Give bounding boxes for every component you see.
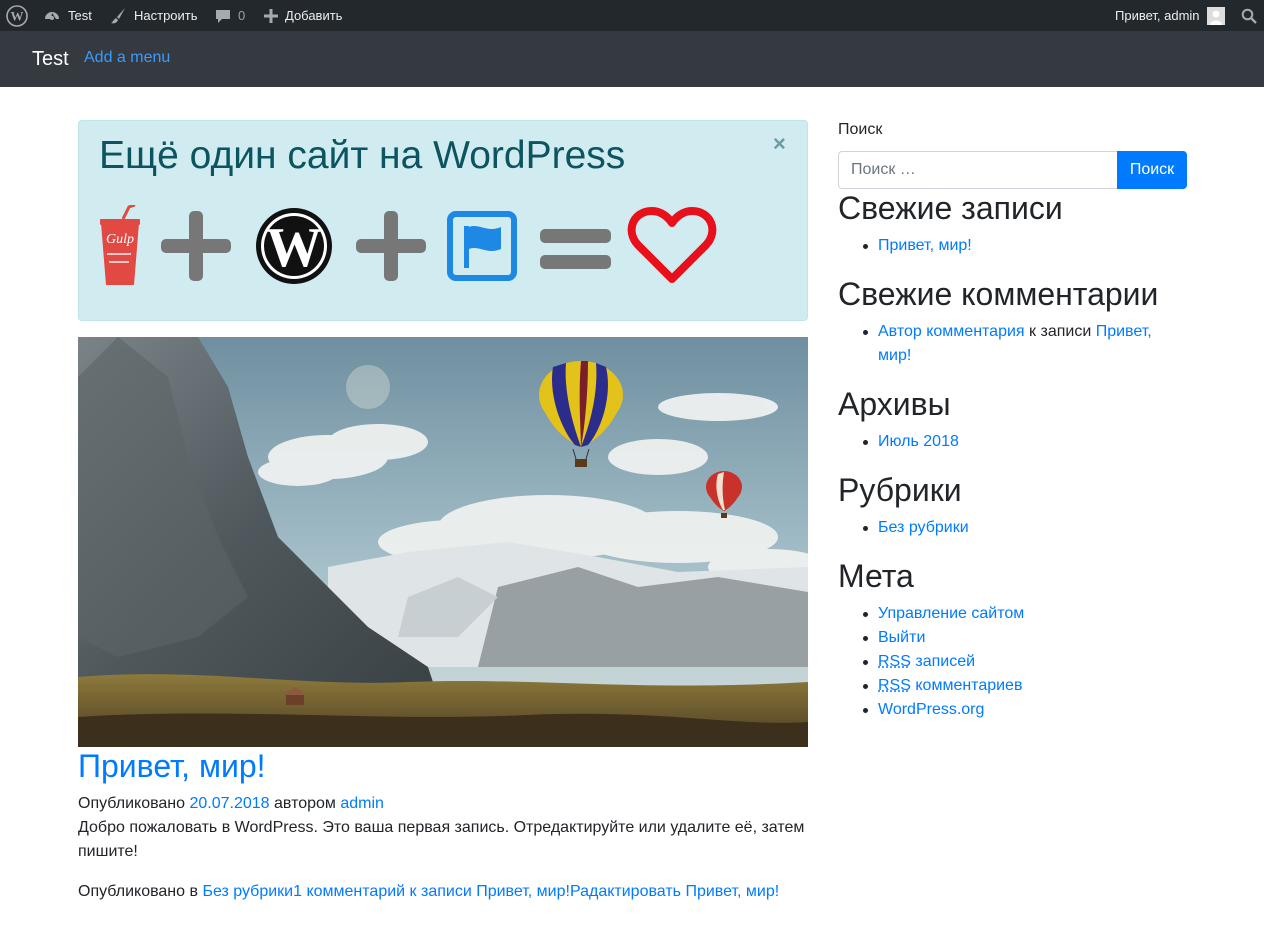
wp-logo-menu[interactable]: W [6, 0, 28, 31]
rss-abbr: RSS [878, 653, 911, 670]
categories-list: Без рубрики [838, 516, 1187, 540]
category-link[interactable]: Без рубрики [878, 519, 969, 536]
dashboard-icon [45, 11, 59, 20]
comment-author-link[interactable]: Автор комментария [878, 323, 1025, 340]
site-admin-link[interactable]: Управление сайтом [878, 605, 1024, 622]
rss-abbr: RSS [878, 677, 911, 694]
avatar [1206, 6, 1225, 25]
archives-list: Июль 2018 [838, 430, 1187, 454]
list-item: WordPress.org [838, 698, 1187, 722]
admin-search-button[interactable] [1241, 0, 1257, 31]
post-footer: Опубликовано в Без рубрики1 комментарий … [78, 880, 779, 904]
recent-post-link[interactable]: Привет, мир! [878, 237, 972, 254]
rss-comments-label: комментариев [915, 677, 1023, 694]
my-account-menu[interactable]: Привет, admin [1115, 0, 1225, 31]
svg-text:W: W [266, 217, 322, 279]
logout-link[interactable]: Выйти [878, 629, 925, 646]
list-item: RSS записей [838, 650, 1187, 674]
recent-comments-heading: Свежие комментарии [838, 276, 1159, 312]
post-edit-link[interactable]: Радактировать Привет, мир! [570, 883, 779, 900]
list-item: Без рубрики [838, 516, 1187, 540]
list-item: RSS комментариев [838, 674, 1187, 698]
recent-comments-list: Автор комментария к записи Привет, мир! [838, 320, 1187, 368]
add-menu-link[interactable]: Add a menu [84, 46, 170, 70]
list-item: Привет, мир! [838, 234, 1187, 258]
search-button[interactable]: Поиск [1117, 151, 1187, 189]
logo-equation: Gulp W [100, 205, 717, 285]
gulp-logo: Gulp [100, 205, 140, 285]
post-featured-image[interactable] [78, 337, 808, 747]
plus-icon [161, 211, 231, 281]
equals-icon [540, 229, 611, 269]
comment-connector: к записи [1029, 323, 1092, 340]
list-item: Июль 2018 [838, 430, 1187, 454]
site-navbar: Test Add a menu [0, 31, 1264, 87]
search-input[interactable] [838, 151, 1118, 189]
categories-heading: Рубрики [838, 472, 962, 508]
list-item: Автор комментария к записи Привет, мир! [838, 320, 1187, 368]
plus-icon [264, 8, 278, 23]
svg-text:W: W [11, 8, 24, 23]
archive-link[interactable]: Июль 2018 [878, 433, 959, 450]
post-date-link[interactable]: 20.07.2018 [190, 795, 270, 812]
site-brand-link[interactable]: Test [32, 44, 69, 74]
site-name-menu[interactable]: Test [43, 0, 92, 31]
meta-heading: Мета [838, 558, 914, 594]
plus-icon [356, 211, 426, 281]
recent-posts-heading: Свежие записи [838, 190, 1063, 226]
site-tagline: Ещё один сайт на WordPress [99, 134, 626, 177]
heart-icon [627, 207, 717, 283]
list-item: Управление сайтом [838, 602, 1187, 626]
recent-posts-list: Привет, мир! [838, 234, 1187, 258]
search-icon [1241, 8, 1257, 24]
archives-heading: Архивы [838, 386, 951, 422]
post-footer-prefix: Опубликовано в [78, 883, 198, 900]
greeting-label: Привет, admin [1115, 7, 1200, 23]
wp-admin-bar: W Test Настроить 0 Добавить Привет, admi… [0, 0, 1264, 31]
customize-menu[interactable]: Настроить [109, 0, 198, 31]
comments-menu[interactable]: 0 [215, 0, 245, 31]
post-category-link[interactable]: Без рубрики [202, 883, 293, 900]
close-icon[interactable]: × [773, 130, 786, 158]
post-title-link[interactable]: Привет, мир! [78, 746, 266, 786]
add-new-label: Добавить [285, 7, 343, 23]
brush-icon [111, 7, 125, 23]
wordpress-icon: W [6, 4, 28, 27]
add-new-menu[interactable]: Добавить [264, 0, 342, 31]
list-item: Выйти [838, 626, 1187, 650]
wordpress-org-link[interactable]: WordPress.org [878, 701, 984, 718]
comment-bubble-icon [216, 9, 230, 23]
post-author-link[interactable]: admin [340, 795, 384, 812]
gulp-logo-text: Gulp [106, 232, 134, 247]
rss-posts-link[interactable]: RSS записей [878, 653, 975, 670]
post-comments-link[interactable]: 1 комментарий к записи Привет, мир! [293, 883, 570, 900]
customize-label: Настроить [134, 7, 198, 23]
comments-count: 0 [238, 7, 246, 23]
post-meta: Опубликовано 20.07.2018 автором admin [78, 792, 384, 816]
search-label: Поиск [838, 121, 883, 138]
bootstrap-flag-icon [447, 211, 517, 281]
post-meta-prefix: Опубликовано [78, 795, 186, 812]
wordpress-logo: W [256, 208, 332, 284]
post-author-prefix: автором [274, 795, 336, 812]
meta-list: Управление сайтом Выйти RSS записей RSS … [838, 602, 1187, 722]
post-excerpt: Добро пожаловать в WordPress. Это ваша п… [78, 819, 805, 860]
header-alert: Ещё один сайт на WordPress × Gulp W [78, 120, 808, 321]
rss-comments-link[interactable]: RSS комментариев [878, 677, 1022, 694]
rss-posts-label: записей [915, 653, 976, 670]
site-name-label: Test [68, 7, 92, 23]
